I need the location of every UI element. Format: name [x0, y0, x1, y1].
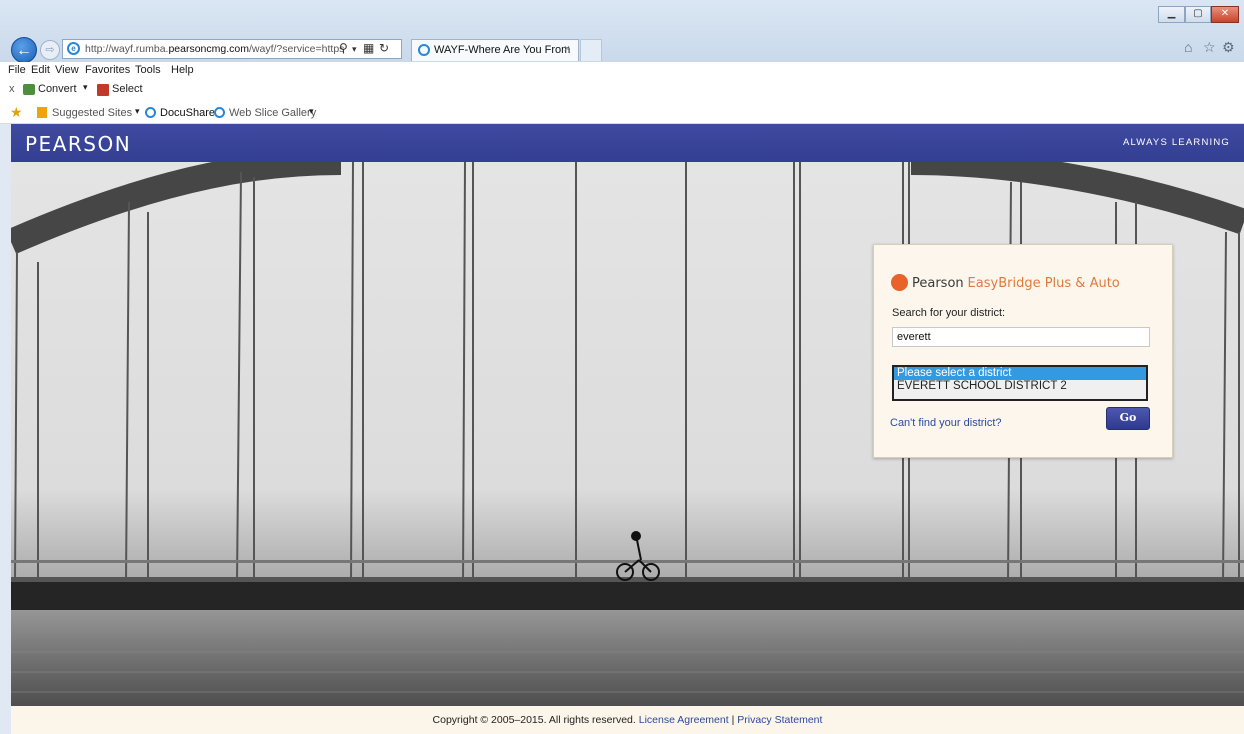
settings-gear-icon[interactable]: ⚙: [1222, 39, 1235, 56]
menu-bar: File Edit View Favorites Tools Help: [0, 62, 1244, 80]
suggested-sites-link[interactable]: Suggested Sites: [52, 107, 132, 119]
tab-favicon-icon: [418, 44, 430, 56]
header-tagline: ALWAYS LEARNING: [1122, 137, 1230, 148]
select-button[interactable]: Select: [112, 83, 143, 95]
docushare-ie-icon: [145, 107, 156, 118]
favorites-star-icon[interactable]: ☆: [1203, 39, 1216, 56]
footer-separator: |: [731, 714, 735, 726]
privacy-statement-link[interactable]: Privacy Statement: [737, 714, 822, 726]
page-content: PEARSON ALWAYS LEARNING Pearson EasyBrid…: [11, 124, 1244, 734]
new-tab-button[interactable]: [580, 39, 602, 61]
home-icon[interactable]: ⌂: [1184, 39, 1192, 55]
web-slice-gallery-link[interactable]: Web Slice Gallery: [229, 107, 316, 119]
license-agreement-link[interactable]: License Agreement: [639, 714, 729, 726]
panel-brand: Pearson EasyBridge Plus & Auto: [912, 274, 1120, 291]
bridge-background-image: Pearson EasyBridge Plus & Auto Search fo…: [11, 162, 1244, 706]
panel-brand-pearson: Pearson: [912, 276, 964, 291]
tab-title: WAYF-Where Are You From: [434, 44, 571, 56]
compatibility-view-icon[interactable]: ▦: [363, 41, 374, 55]
tab-close-icon[interactable]: ×: [564, 43, 570, 55]
district-search-input[interactable]: [892, 327, 1150, 347]
url-text[interactable]: http://wayf.rumba.pearsoncmg.com/wayf/?s…: [85, 43, 344, 55]
menu-favorites[interactable]: Favorites: [85, 64, 130, 76]
favorites-star-add-icon[interactable]: ★: [10, 104, 23, 121]
pearson-easybridge-logo-icon: [891, 274, 908, 291]
district-login-panel: Pearson EasyBridge Plus & Auto Search fo…: [873, 244, 1173, 458]
search-district-label: Search for your district:: [892, 307, 1006, 319]
favorites-bar: ★ Suggested Sites ▾ DocuShare Web Slice …: [0, 101, 1244, 124]
select-pdf-icon: [97, 84, 109, 96]
ie-page-icon: e: [67, 42, 80, 55]
suggested-sites-dropdown-icon[interactable]: ▾: [135, 106, 140, 117]
cyclist-figure: [616, 531, 660, 581]
copyright-text: Copyright © 2005–2015. All rights reserv…: [432, 714, 636, 726]
back-button[interactable]: ←: [11, 37, 37, 63]
district-select-list[interactable]: Please select a district EVERETT SCHOOL …: [892, 365, 1148, 401]
menu-tools[interactable]: Tools: [135, 64, 161, 76]
cant-find-district-link[interactable]: Can't find your district?: [890, 417, 1002, 429]
menu-help[interactable]: Help: [171, 64, 194, 76]
convert-dropdown-icon[interactable]: ▾: [83, 82, 88, 93]
window-close-button[interactable]: ✕: [1211, 6, 1239, 23]
page-footer: Copyright © 2005–2015. All rights reserv…: [11, 706, 1244, 734]
convert-icon: [23, 84, 35, 95]
menu-view[interactable]: View: [55, 64, 79, 76]
refresh-icon[interactable]: ↻: [379, 41, 389, 55]
convert-button[interactable]: Convert: [38, 83, 77, 95]
bing-icon: [37, 107, 47, 118]
search-icon[interactable]: ⚲: [339, 41, 348, 55]
menu-file[interactable]: File: [8, 64, 26, 76]
pearson-header: PEARSON ALWAYS LEARNING: [11, 124, 1244, 162]
address-bar[interactable]: e http://wayf.rumba.pearsoncmg.com/wayf/…: [62, 39, 402, 59]
forward-button[interactable]: ⇨: [40, 40, 60, 60]
district-option-placeholder[interactable]: Please select a district: [894, 367, 1146, 380]
pearson-logo[interactable]: PEARSON: [25, 132, 131, 156]
menu-edit[interactable]: Edit: [31, 64, 50, 76]
web-slice-dropdown-icon[interactable]: ▾: [309, 106, 314, 117]
go-button[interactable]: Go: [1106, 407, 1150, 430]
url-domain: pearsoncmg.com: [168, 43, 249, 55]
minimize-button[interactable]: ▁: [1158, 6, 1185, 23]
command-bar: x Convert ▾ Select: [0, 80, 1244, 101]
tab-wayf[interactable]: WAYF-Where Are You From ×: [411, 39, 579, 61]
docushare-link[interactable]: DocuShare: [160, 107, 215, 119]
browser-titlebar: ← ⇨ e http://wayf.rumba.pearsoncmg.com/w…: [0, 0, 1244, 63]
close-toolbar-icon[interactable]: x: [9, 83, 15, 95]
district-option-everett[interactable]: EVERETT SCHOOL DISTRICT 2: [894, 380, 1146, 393]
dropdown-arrow-icon[interactable]: ▾: [352, 44, 357, 55]
web-slice-ie-icon: [214, 107, 225, 118]
panel-product-name: EasyBridge Plus & Auto: [967, 276, 1120, 291]
maximize-button[interactable]: ▢: [1185, 6, 1211, 23]
